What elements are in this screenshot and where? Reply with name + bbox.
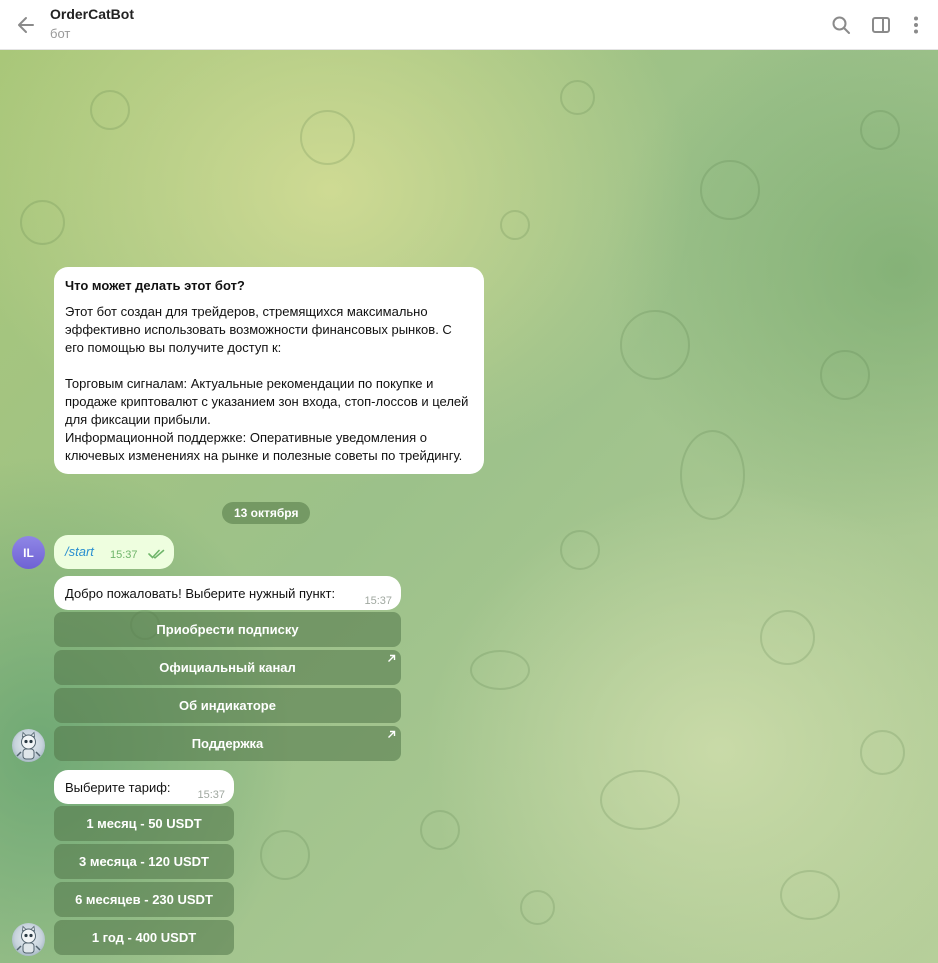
bot-description-bubble: Что может делать этот бот? Этот бот созд… bbox=[54, 267, 484, 474]
message-time: 15:37 bbox=[364, 595, 392, 607]
double-check-icon bbox=[148, 549, 165, 559]
external-link-arrow-icon bbox=[388, 654, 396, 662]
tariff-6-months-button[interactable]: 6 месяцев - 230 USDT bbox=[54, 882, 234, 917]
search-button[interactable] bbox=[828, 12, 854, 38]
command-link[interactable]: /start bbox=[65, 544, 94, 559]
message-time: 15:37 bbox=[110, 549, 138, 561]
more-vertical-icon bbox=[914, 16, 918, 34]
robot-cat-avatar-icon bbox=[16, 925, 41, 954]
message-time: 15:37 bbox=[197, 789, 225, 801]
wallpaper-doodle bbox=[600, 770, 680, 830]
keyboard-button-label: Об индикаторе bbox=[179, 698, 276, 713]
wallpaper-doodle bbox=[780, 870, 840, 920]
wallpaper-doodle bbox=[700, 160, 760, 220]
keyboard-button-label: Приобрести подписку bbox=[156, 622, 299, 637]
about-indicator-button[interactable]: Об индикаторе bbox=[54, 688, 401, 723]
keyboard-button-label: 1 месяц - 50 USDT bbox=[86, 816, 202, 831]
wallpaper-doodle bbox=[560, 80, 595, 115]
support-button[interactable]: Поддержка bbox=[54, 726, 401, 761]
back-button[interactable] bbox=[12, 11, 40, 39]
wallpaper-doodle bbox=[20, 200, 65, 245]
bot-tariff-text: Выберите тариф: bbox=[65, 780, 171, 795]
wallpaper-doodle bbox=[300, 110, 355, 165]
more-menu-button[interactable] bbox=[903, 12, 929, 38]
bot-description-text: Этот бот создан для трейдеров, стремящих… bbox=[65, 304, 469, 463]
wallpaper-doodle bbox=[620, 310, 690, 380]
bot-description-title: Что может делать этот бот? bbox=[65, 278, 245, 293]
bot-tariff-message: Выберите тариф: 15:37 bbox=[54, 770, 234, 804]
external-link-arrow-icon bbox=[388, 730, 396, 738]
wallpaper-doodle bbox=[820, 350, 870, 400]
wallpaper-doodle bbox=[860, 110, 900, 150]
chat-title: OrderCatBot bbox=[50, 6, 135, 22]
wallpaper-doodle bbox=[500, 210, 530, 240]
wallpaper-doodle bbox=[860, 730, 905, 775]
robot-cat-avatar-icon bbox=[16, 731, 41, 760]
bot-avatar[interactable] bbox=[12, 923, 45, 956]
tariff-3-months-button[interactable]: 3 месяца - 120 USDT bbox=[54, 844, 234, 879]
tariff-1-month-button[interactable]: 1 месяц - 50 USDT bbox=[54, 806, 234, 841]
bot-welcome-text: Добро пожаловать! Выберите нужный пункт: bbox=[65, 586, 336, 601]
keyboard-button-label: Поддержка bbox=[191, 736, 264, 751]
tariff-1-year-button[interactable]: 1 год - 400 USDT bbox=[54, 920, 234, 955]
outgoing-message: /start 15:37 bbox=[54, 535, 174, 569]
user-avatar[interactable]: IL bbox=[12, 536, 45, 569]
search-icon bbox=[832, 16, 850, 34]
wallpaper-doodle bbox=[260, 830, 310, 880]
wallpaper-doodle bbox=[420, 810, 460, 850]
bot-avatar[interactable] bbox=[12, 729, 45, 762]
wallpaper-doodle bbox=[520, 890, 555, 925]
official-channel-button[interactable]: Официальный канал bbox=[54, 650, 401, 685]
keyboard-button-label: 3 месяца - 120 USDT bbox=[79, 854, 209, 869]
buy-subscription-button[interactable]: Приобрести подписку bbox=[54, 612, 401, 647]
chat-subtitle: бот bbox=[50, 26, 71, 41]
chat-title-block[interactable]: OrderCatBot бот bbox=[50, 5, 134, 43]
wallpaper-doodle bbox=[470, 650, 530, 690]
date-separator: 13 октября bbox=[222, 502, 311, 524]
wallpaper-doodle bbox=[560, 530, 600, 570]
keyboard-button-label: Официальный канал bbox=[159, 660, 296, 675]
sidebar-toggle-button[interactable] bbox=[868, 12, 894, 38]
wallpaper-doodle bbox=[760, 610, 815, 665]
wallpaper-doodle bbox=[680, 430, 745, 520]
chat-header: OrderCatBot бот bbox=[0, 0, 938, 50]
keyboard-button-label: 6 месяцев - 230 USDT bbox=[75, 892, 213, 907]
bot-welcome-message: Добро пожаловать! Выберите нужный пункт:… bbox=[54, 576, 401, 610]
wallpaper-doodle bbox=[90, 90, 130, 130]
sidebar-toggle-icon bbox=[872, 17, 890, 33]
arrow-left-icon bbox=[18, 17, 34, 33]
keyboard-button-label: 1 год - 400 USDT bbox=[91, 930, 197, 945]
